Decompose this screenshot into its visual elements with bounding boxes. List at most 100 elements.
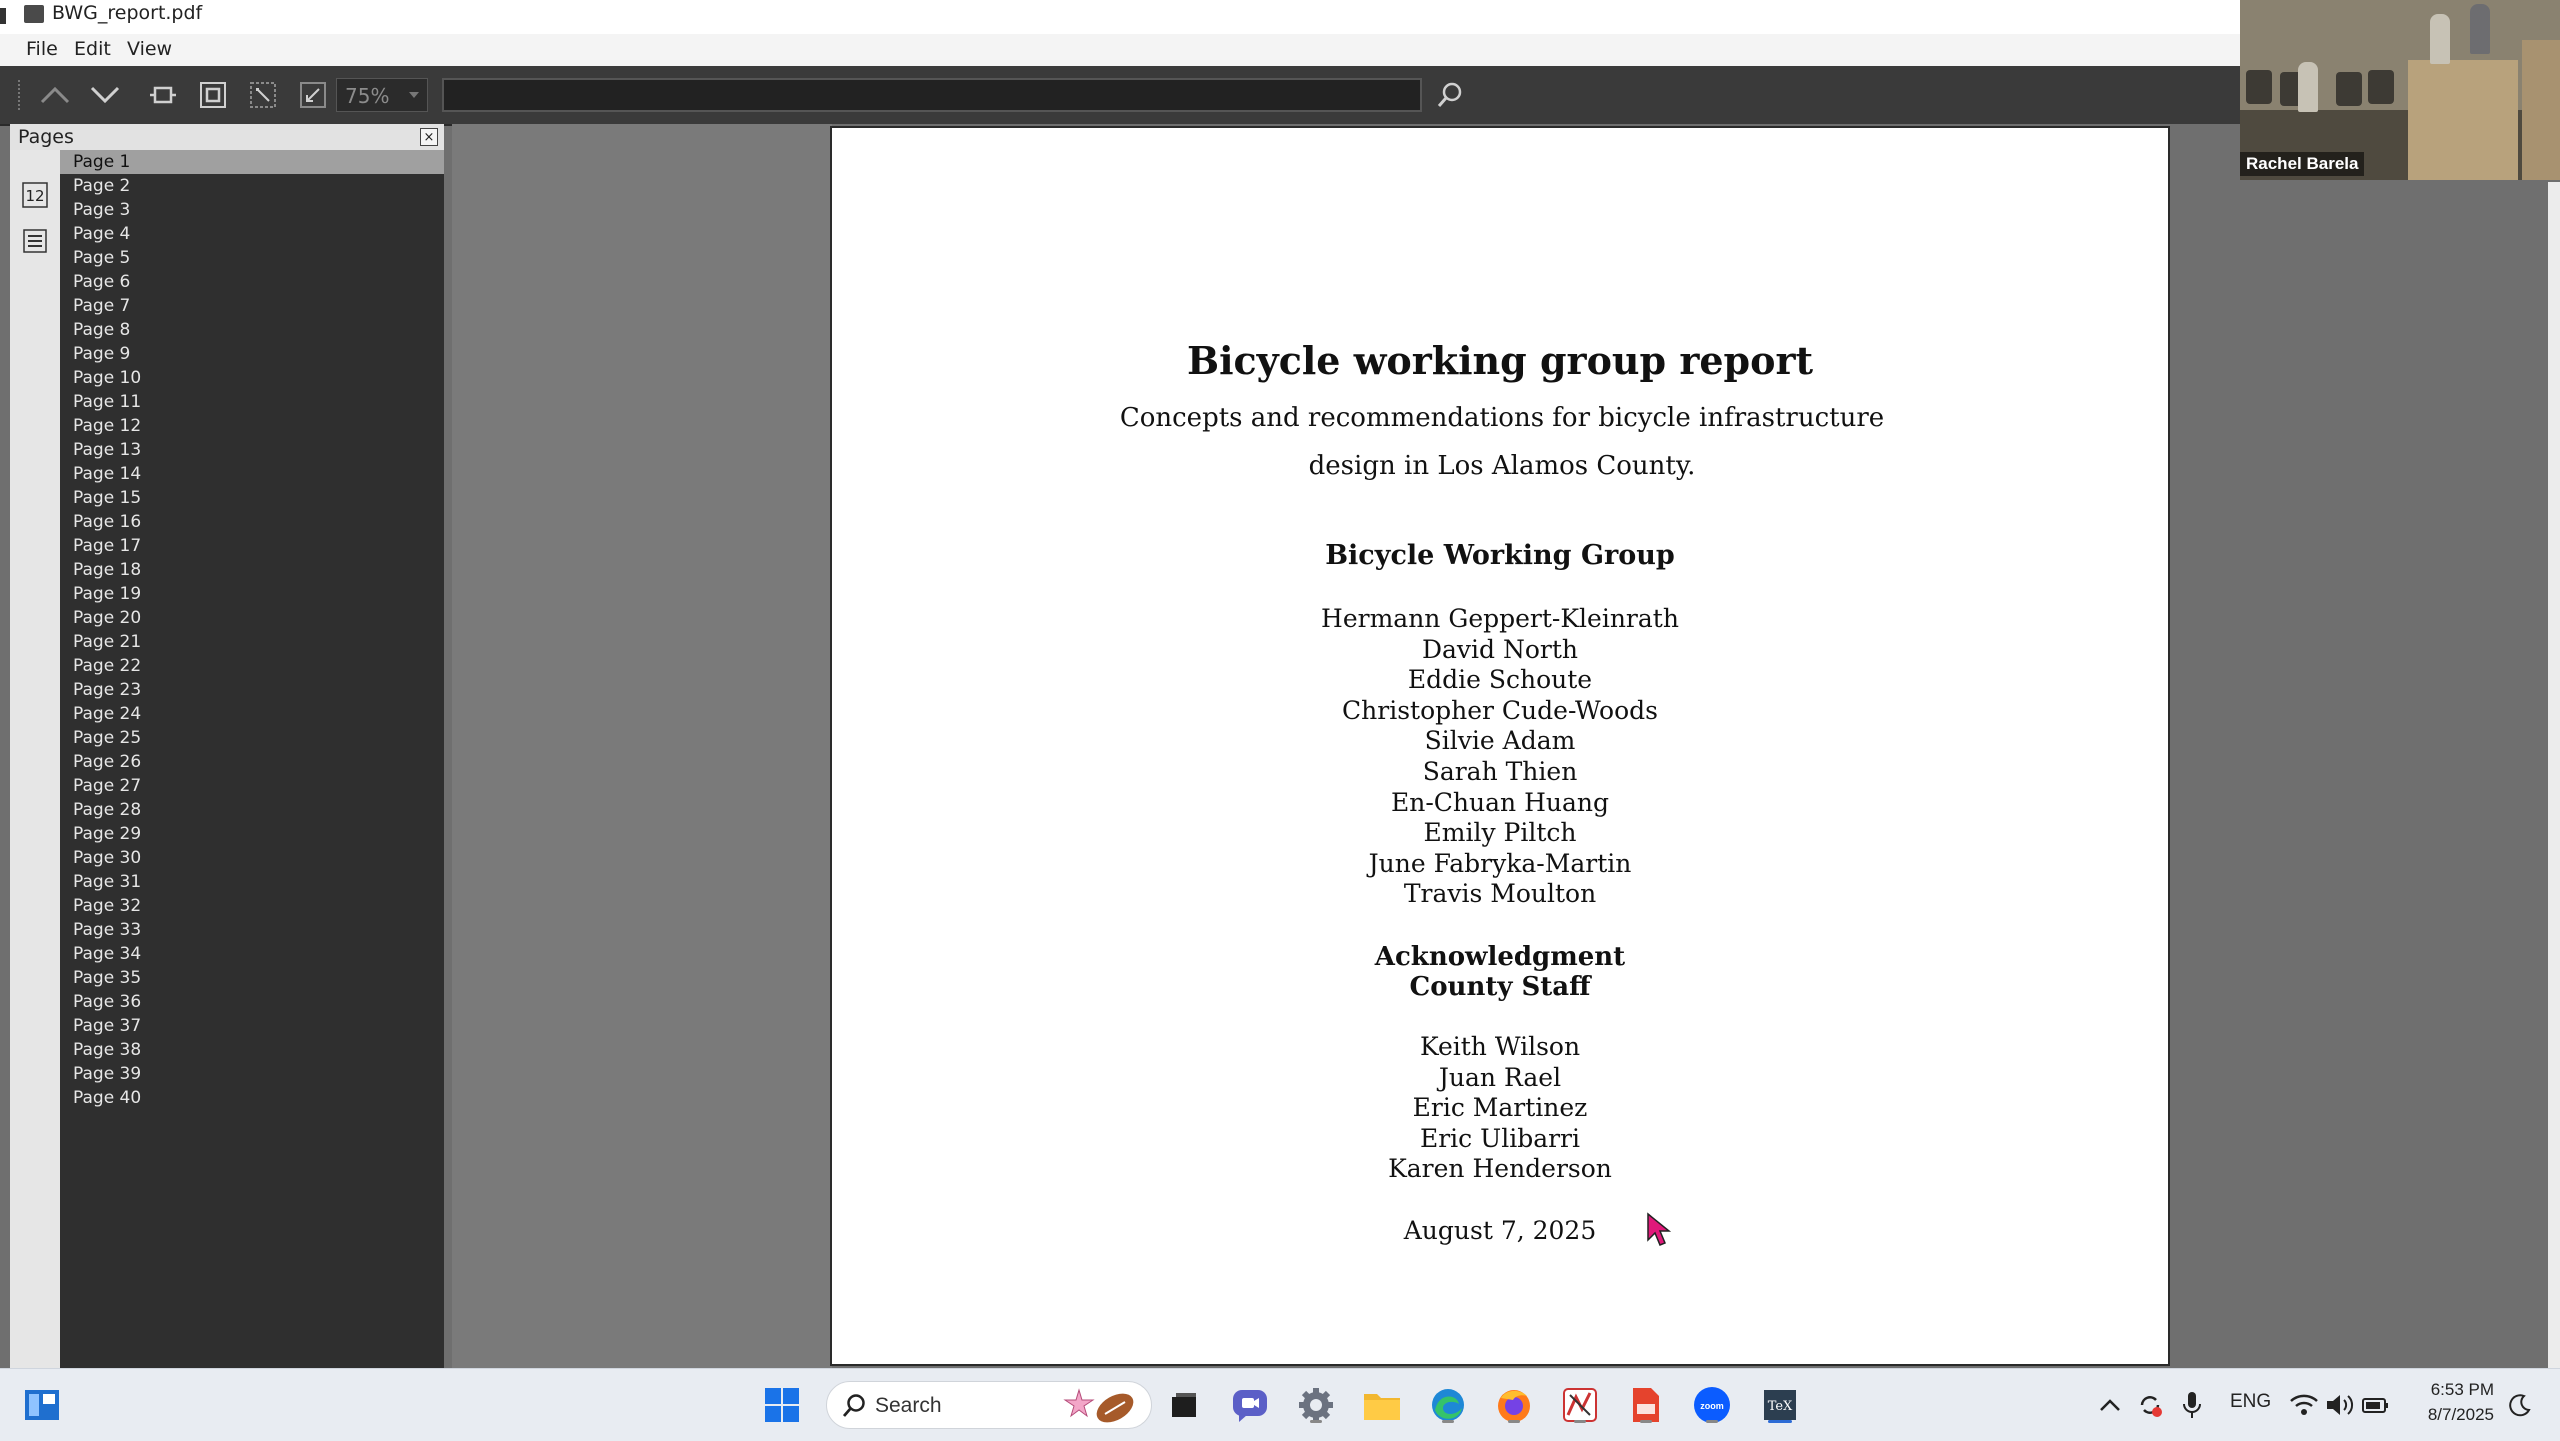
battery-button[interactable] xyxy=(2356,1383,2396,1427)
edge-browser-button[interactable] xyxy=(1426,1383,1470,1427)
video-tile[interactable]: Rachel Barela xyxy=(2240,0,2560,180)
page-list-item[interactable]: Page 3 xyxy=(60,198,444,222)
settings-button[interactable] xyxy=(1294,1383,1338,1427)
shrink-button[interactable] xyxy=(296,78,330,112)
staff-list: Keith Wilson Juan Rael Eric Martinez Eric U… xyxy=(832,1032,2168,1185)
outline-tab[interactable] xyxy=(20,226,50,256)
tex-viewer-button[interactable]: TeX xyxy=(1758,1383,1802,1427)
show-hidden-icons-button[interactable] xyxy=(2090,1383,2130,1427)
speaker-icon xyxy=(2327,1395,2354,1415)
menu-file[interactable]: File xyxy=(26,38,58,60)
clock-time[interactable]: 6:53 PM xyxy=(2414,1380,2494,1400)
next-page-button[interactable] xyxy=(88,78,122,112)
show-desktop-widget[interactable] xyxy=(20,1383,64,1427)
menu-edit[interactable]: Edit xyxy=(74,38,111,60)
page-list-item[interactable]: Page 33 xyxy=(60,918,444,942)
volume-button[interactable] xyxy=(2320,1383,2360,1427)
page-list-item[interactable]: Page 15 xyxy=(60,486,444,510)
video-person xyxy=(2298,62,2318,112)
page-list-item[interactable]: Page 32 xyxy=(60,894,444,918)
search-button[interactable] xyxy=(1432,78,1468,112)
page-list-item[interactable]: Page 12 xyxy=(60,414,444,438)
page-list-item[interactable]: Page 19 xyxy=(60,582,444,606)
page-list-item[interactable]: Page 4 xyxy=(60,222,444,246)
folder-icon xyxy=(1364,1394,1400,1420)
fit-page-button[interactable] xyxy=(196,78,230,112)
vertical-scrollbar[interactable] xyxy=(2548,182,2560,1368)
microphone-button[interactable] xyxy=(2172,1383,2212,1427)
svg-text:zoom: zoom xyxy=(1700,1401,1724,1411)
page-list-item[interactable]: Page 34 xyxy=(60,942,444,966)
search-input[interactable] xyxy=(442,78,1422,112)
page-list-item[interactable]: Page 24 xyxy=(60,702,444,726)
page-list-item[interactable]: Page 39 xyxy=(60,1062,444,1086)
page-list-item[interactable]: Page 36 xyxy=(60,990,444,1014)
menu-view[interactable]: View xyxy=(127,38,172,60)
running-indicator xyxy=(1310,1420,1322,1423)
page-list-item[interactable]: Page 5 xyxy=(60,246,444,270)
page-list-item[interactable]: Page 28 xyxy=(60,798,444,822)
page-list-item[interactable]: Page 22 xyxy=(60,654,444,678)
fit-width-button[interactable] xyxy=(146,78,180,112)
chevron-down-icon xyxy=(90,86,120,104)
page-list-item[interactable]: Page 40 xyxy=(60,1086,444,1110)
zoom-app-icon: zoom xyxy=(1694,1387,1730,1423)
page-list-item[interactable]: Page 11 xyxy=(60,390,444,414)
page-list-item[interactable]: Page 6 xyxy=(60,270,444,294)
page-list-item[interactable]: Page 35 xyxy=(60,966,444,990)
page-list-item[interactable]: Page 8 xyxy=(60,318,444,342)
page-list-item[interactable]: Page 38 xyxy=(60,1038,444,1062)
page-list-item[interactable]: Page 27 xyxy=(60,774,444,798)
page-list-item[interactable]: Page 25 xyxy=(60,726,444,750)
input-language[interactable]: ENG xyxy=(2230,1391,2271,1413)
fit-page-icon xyxy=(200,82,226,108)
zoom-select[interactable]: 75% xyxy=(336,78,428,112)
page-list-item[interactable]: Page 20 xyxy=(60,606,444,630)
document-date: August 7, 2025 xyxy=(1403,1216,1597,1245)
sync-status-button[interactable] xyxy=(2130,1383,2170,1427)
start-button[interactable] xyxy=(760,1383,804,1427)
file-explorer-button[interactable] xyxy=(1360,1383,1404,1427)
pdf-reader-button[interactable] xyxy=(1624,1383,1668,1427)
search-icon xyxy=(842,1394,865,1417)
taskbar-search[interactable]: Search xyxy=(826,1381,1152,1429)
clock-date[interactable]: 8/7/2025 xyxy=(2414,1405,2494,1425)
previous-page-button[interactable] xyxy=(38,78,72,112)
page-list-item[interactable]: Page 21 xyxy=(60,630,444,654)
firefox-button[interactable] xyxy=(1492,1383,1536,1427)
page-list-item[interactable]: Page 23 xyxy=(60,678,444,702)
page-list-item[interactable]: Page 16 xyxy=(60,510,444,534)
member-list: Hermann Geppert-Kleinrath David North Eddi… xyxy=(832,604,2168,910)
close-icon[interactable]: × xyxy=(420,128,438,146)
page-list-item[interactable]: Page 7 xyxy=(60,294,444,318)
app-button-red-graph[interactable] xyxy=(1558,1383,1602,1427)
page-list-item[interactable]: Page 10 xyxy=(60,366,444,390)
page-list-item[interactable]: Page 29 xyxy=(60,822,444,846)
task-view-button[interactable] xyxy=(1162,1383,1206,1427)
page-list-item[interactable]: Page 30 xyxy=(60,846,444,870)
fit-width-icon xyxy=(150,86,176,104)
staff-name: Eric Ulibarri xyxy=(1419,1123,1580,1153)
page-list-item[interactable]: Page 9 xyxy=(60,342,444,366)
video-podium xyxy=(2522,40,2560,180)
pages-sidebar: Pages × 12 Page 1 Page 2 Page 3 Page 4 Page … xyxy=(10,124,444,1368)
zoom-app-button[interactable]: zoom xyxy=(1690,1383,1734,1427)
page-list-item[interactable]: Page 1 xyxy=(60,150,444,174)
staff-name: Karen Henderson xyxy=(1388,1154,1612,1184)
page-list-item[interactable]: Page 17 xyxy=(60,534,444,558)
page-list-item[interactable]: Page 18 xyxy=(60,558,444,582)
page-list-item[interactable]: Page 26 xyxy=(60,750,444,774)
page-thumbnails-tab[interactable]: 12 xyxy=(20,180,50,210)
page-list-item[interactable]: Page 31 xyxy=(60,870,444,894)
page-list-item[interactable]: Page 2 xyxy=(60,174,444,198)
zoom-to-selection-button[interactable] xyxy=(246,78,280,112)
notifications-button[interactable] xyxy=(2500,1383,2540,1427)
teams-chat-button[interactable] xyxy=(1228,1383,1272,1427)
network-button[interactable] xyxy=(2284,1383,2324,1427)
chat-icon xyxy=(1233,1390,1267,1422)
page-list-item[interactable]: Page 37 xyxy=(60,1014,444,1038)
page-list-item[interactable]: Page 13 xyxy=(60,438,444,462)
page-list-item[interactable]: Page 14 xyxy=(60,462,444,486)
toolbar-grip[interactable] xyxy=(18,80,24,110)
member-name: Sarah Thien xyxy=(1422,756,1578,786)
